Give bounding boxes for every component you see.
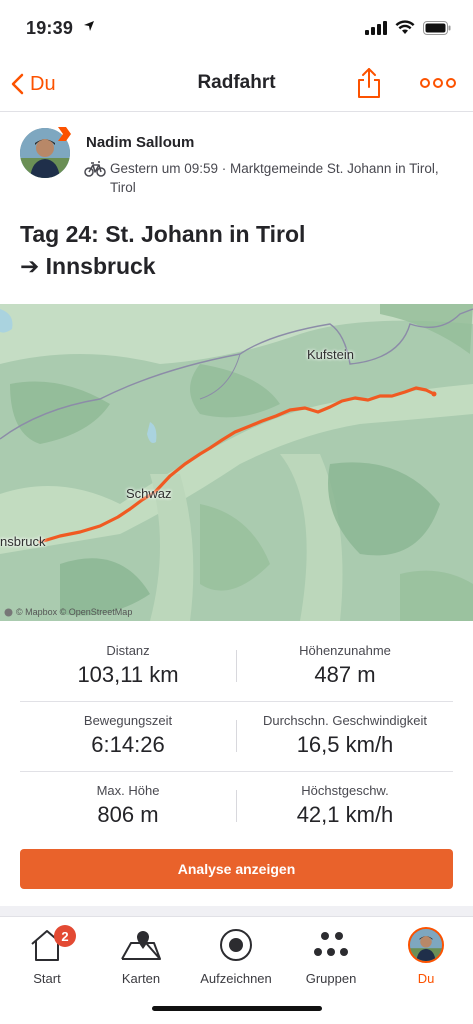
status-icons: [365, 20, 451, 35]
stat-elevation-gain: Höhenzunahme 487 m: [237, 643, 453, 688]
tab-label: Karten: [121, 971, 161, 986]
stats-row: Distanz 103,11 km Höhenzunahme 487 m: [20, 632, 453, 702]
map-icon: [121, 931, 161, 960]
tab-groups[interactable]: Gruppen: [284, 927, 378, 997]
stat-moving-time: Bewegungszeit 6:14:26: [20, 713, 236, 758]
map-attribution: © Mapbox © OpenStreetMap: [4, 607, 132, 617]
stat-avg-speed: Durchschn. Geschwindigkeit 16,5 km/h: [237, 713, 453, 758]
more-options-icon[interactable]: [420, 73, 456, 93]
athlete-header: Nadim Salloum Gestern um 09:59 · Marktge…: [20, 126, 460, 200]
section-separator: [0, 906, 473, 916]
stat-label: Durchschn. Geschwindigkeit: [262, 713, 428, 728]
activity-title-line-1: Tag 24: St. Johann in Tirol: [20, 221, 306, 247]
stat-label: Distanz: [106, 643, 150, 658]
status-time: 19:39: [26, 18, 74, 38]
route-map[interactable]: Kufstein Schwaz nsbruck © Mapbox © OpenS…: [0, 304, 473, 621]
mapbox-logo-icon: [4, 608, 13, 616]
profile-avatar: [408, 927, 444, 963]
stat-value: 103,11 km: [77, 662, 179, 687]
wifi-icon: [395, 20, 415, 34]
location-arrow-icon: [84, 21, 94, 31]
tab-label: Start: [33, 971, 61, 986]
navigation-bar: Du Radfahrt: [0, 58, 473, 112]
tab-maps[interactable]: Karten: [94, 927, 188, 997]
tab-profile[interactable]: Du: [379, 927, 473, 997]
home-indicator: [152, 1006, 322, 1011]
stat-value: 487 m: [314, 662, 376, 687]
activity-title-line-2: ➔ Innsbruck: [20, 253, 156, 279]
tab-label: Du: [417, 971, 435, 986]
stats-row: Max. Höhe 806 m Höchstgeschw. 42,1 km/h: [20, 772, 453, 842]
back-label: Du: [30, 72, 56, 95]
show-analysis-button[interactable]: Analyse anzeigen: [20, 849, 453, 889]
share-icon[interactable]: [356, 67, 382, 99]
stat-value: 806 m: [97, 802, 159, 827]
bike-icon: [84, 161, 106, 177]
battery-icon: [423, 20, 451, 35]
map-label-kufstein: Kufstein: [307, 347, 354, 362]
activity-title: Tag 24: St. Johann in Tirol ➔ Innsbruck: [20, 218, 440, 282]
map-terrain: [0, 304, 473, 621]
subscriber-badge-icon: [58, 127, 71, 141]
stat-label: Höchstgeschw.: [301, 783, 389, 798]
tab-label: Gruppen: [305, 971, 357, 986]
route-end-marker: [431, 391, 437, 397]
stats-grid: Distanz 103,11 km Höhenzunahme 487 m Bew…: [20, 632, 453, 842]
stat-value: 6:14:26: [91, 732, 165, 757]
status-bar: 19:39: [0, 0, 473, 58]
chevron-left-icon: [11, 73, 24, 95]
stat-label: Bewegungszeit: [83, 713, 173, 728]
stats-row: Bewegungszeit 6:14:26 Durchschn. Geschwi…: [20, 702, 453, 772]
athlete-name[interactable]: Nadim Salloum: [86, 134, 194, 151]
stat-label: Max. Höhe: [96, 783, 160, 798]
profile-avatar-image: [410, 929, 442, 961]
groups-icon: [314, 932, 348, 956]
record-icon: [220, 929, 252, 961]
stat-max-speed: Höchstgeschw. 42,1 km/h: [237, 783, 453, 828]
tab-record[interactable]: Aufzeichnen: [189, 927, 283, 997]
back-button[interactable]: Du: [10, 68, 56, 100]
tab-label: Aufzeichnen: [200, 971, 272, 986]
map-label-innsbruck: nsbruck: [0, 534, 46, 549]
tab-start[interactable]: 2 Start: [0, 925, 94, 997]
activity-meta: Gestern um 09:59 · Marktgemeinde St. Joh…: [110, 161, 439, 195]
stat-value: 42,1 km/h: [296, 802, 394, 827]
map-attribution-text: © Mapbox © OpenStreetMap: [16, 607, 133, 617]
map-label-schwaz: Schwaz: [126, 486, 172, 501]
stat-label: Höhenzunahme: [299, 643, 391, 658]
stat-distance: Distanz 103,11 km: [20, 643, 236, 688]
signal-icon: [365, 20, 387, 35]
stat-max-elevation: Max. Höhe 806 m: [20, 783, 236, 828]
notification-badge: 2: [54, 925, 76, 947]
stat-value: 16,5 km/h: [296, 732, 394, 757]
page-title: Radfahrt: [197, 72, 276, 93]
